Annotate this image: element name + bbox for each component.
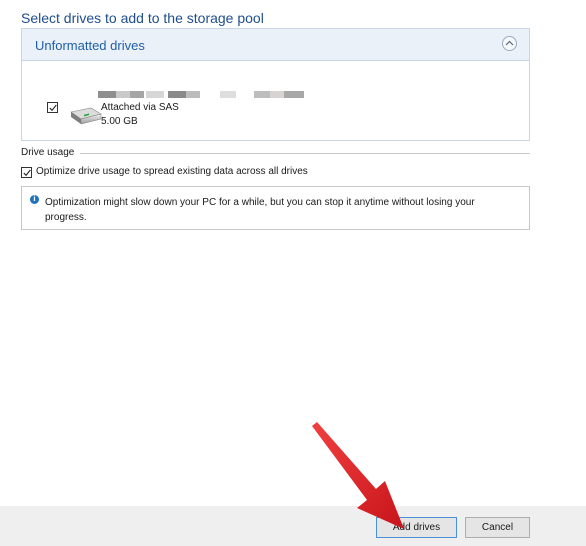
add-drives-button[interactable]: Add drives <box>376 517 457 538</box>
info-text: Optimization might slow down your PC for… <box>45 197 475 223</box>
drive-name-redacted <box>98 91 304 98</box>
group-header[interactable]: Unformatted drives <box>22 29 529 61</box>
drive-checkbox[interactable] <box>47 102 58 113</box>
page-heading: Select drives to add to the storage pool <box>21 10 264 26</box>
dialog-footer: Add drives Cancel <box>0 506 586 546</box>
section-divider <box>80 153 530 154</box>
drive-list-item[interactable]: Attached via SAS 5.00 GB <box>22 91 529 131</box>
chevron-up-icon[interactable] <box>502 36 517 51</box>
optimize-checkbox[interactable] <box>21 167 32 178</box>
info-notice: i Optimization might slow down your PC f… <box>21 186 530 230</box>
drive-connection: Attached via SAS <box>101 102 179 113</box>
hard-drive-icon <box>67 106 103 131</box>
group-title: Unformatted drives <box>35 38 145 53</box>
drive-usage-label: Drive usage <box>21 147 75 158</box>
unformatted-drives-group: Unformatted drives Attached via SAS 5.00… <box>21 28 530 141</box>
info-icon: i <box>30 195 39 204</box>
drive-size: 5.00 GB <box>101 116 138 127</box>
optimize-option[interactable]: Optimize drive usage to spread existing … <box>21 166 421 180</box>
optimize-label[interactable]: Optimize drive usage to spread existing … <box>36 166 308 177</box>
cancel-button[interactable]: Cancel <box>465 517 530 538</box>
